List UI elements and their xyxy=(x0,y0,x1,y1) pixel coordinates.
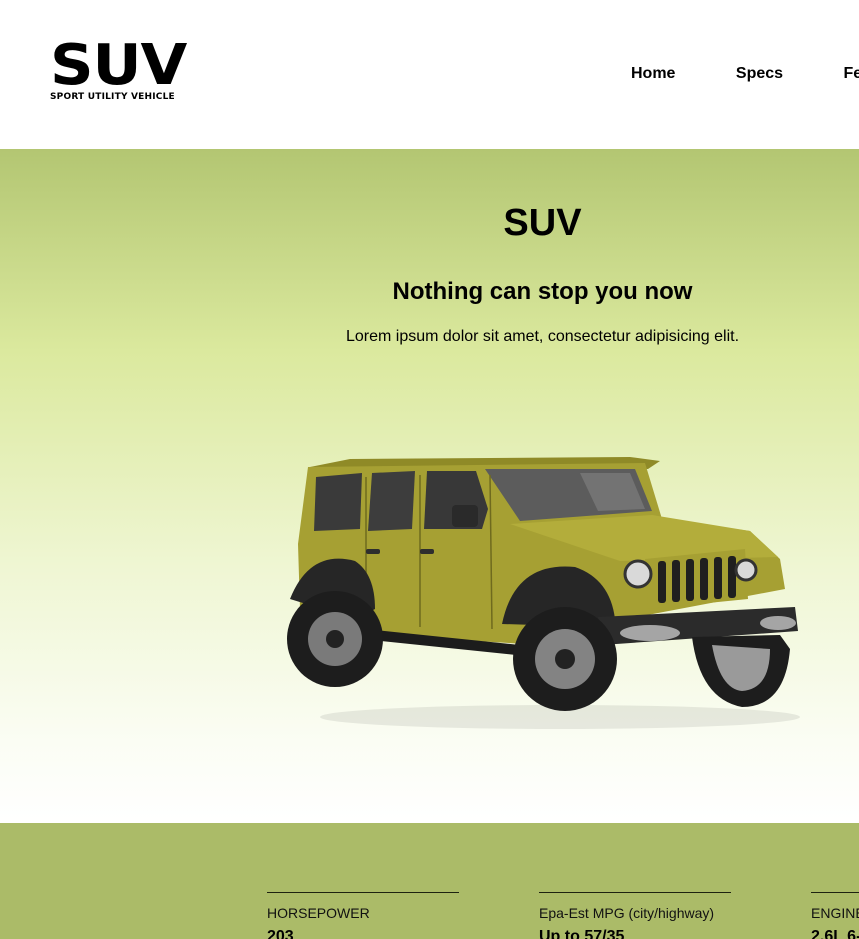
spec-horsepower: HORSEPOWER 203 xyxy=(267,892,459,939)
car-wheel-front xyxy=(513,607,617,711)
main-nav: Home Specs Fe xyxy=(631,64,859,84)
car-wheel-far xyxy=(692,635,790,707)
spec-label: HORSEPOWER xyxy=(267,905,370,921)
nav-home[interactable]: Home xyxy=(631,64,675,84)
specs-section: HORSEPOWER 203 Epa-Est MPG (city/highway… xyxy=(0,823,859,939)
spec-label: ENGINE xyxy=(811,905,859,921)
nav-features[interactable]: Fe xyxy=(844,64,859,84)
car-headlight-right xyxy=(734,558,758,582)
car-mirror xyxy=(452,505,478,527)
car-headlight-left xyxy=(623,559,653,589)
hero-subtitle: Nothing can stop you now xyxy=(392,278,693,305)
spec-engine: ENGINE 2.6L 6- xyxy=(811,892,859,939)
site-header: SUV SPORT UTILITY VEHICLE Home Specs Fe xyxy=(0,0,859,149)
car-window-rear xyxy=(314,473,362,531)
car-door-handle xyxy=(366,549,380,554)
specs-heading-stub xyxy=(92,934,142,939)
suv-image xyxy=(287,457,800,729)
logo-wordmark: SUV xyxy=(50,33,187,98)
spec-value: Up to 57/35 xyxy=(539,928,625,939)
spec-value: 203 xyxy=(267,928,294,939)
car-wheel-rear xyxy=(287,591,383,687)
hero-description: Lorem ipsum dolor sit amet, consectetur … xyxy=(345,328,740,345)
logo-tagline: SPORT UTILITY VEHICLE xyxy=(50,92,175,102)
page: SUV SPORT UTILITY VEHICLE Home Specs Fe … xyxy=(0,0,859,939)
car-door-handle xyxy=(420,549,434,554)
spec-mpg: Epa-Est MPG (city/highway) Up to 57/35 xyxy=(539,892,731,939)
hero-title: SUV xyxy=(503,202,582,244)
car-window-mid xyxy=(368,471,415,531)
spec-label: Epa-Est MPG (city/highway) xyxy=(539,905,715,921)
logo[interactable]: SUV SPORT UTILITY VEHICLE xyxy=(50,36,200,104)
spec-value: 2.6L 6- xyxy=(811,928,859,939)
nav-specs[interactable]: Specs xyxy=(736,64,783,84)
hero-section: SUV Nothing can stop you now Lorem ipsum… xyxy=(0,149,859,823)
